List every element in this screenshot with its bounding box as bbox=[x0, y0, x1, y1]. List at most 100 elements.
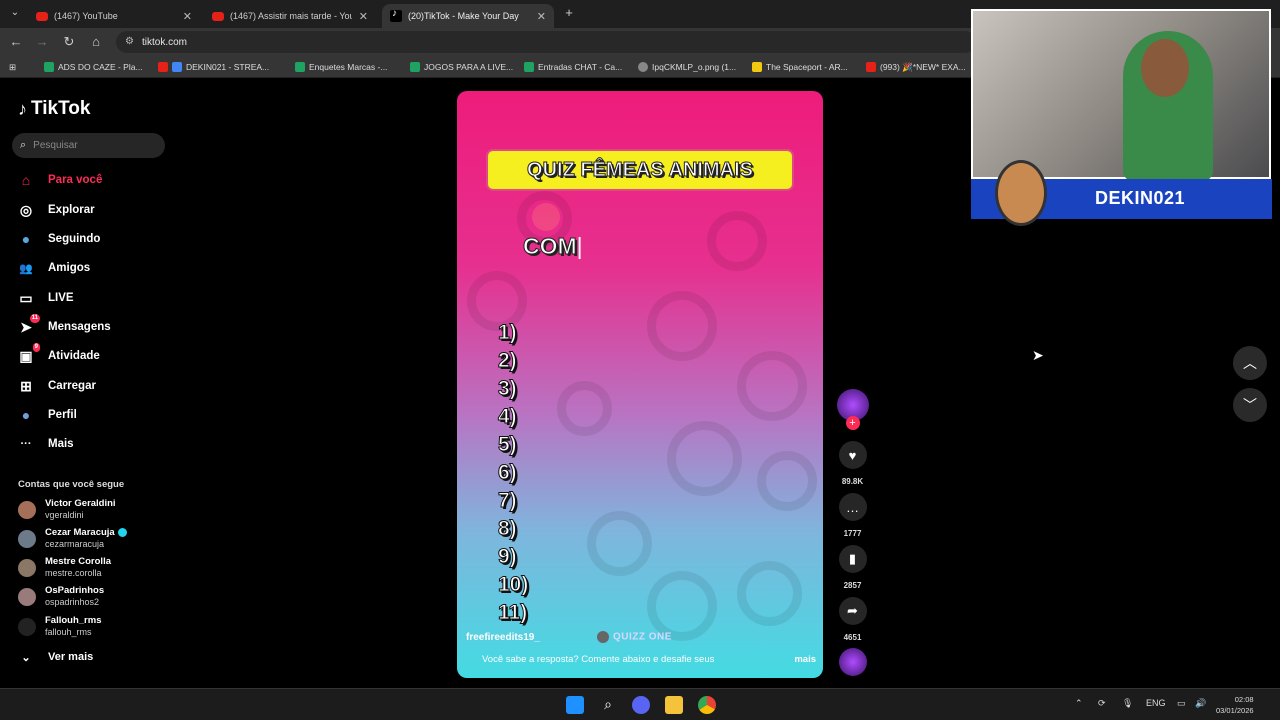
see-more-button[interactable]: ⌄ Ver mais bbox=[18, 646, 93, 668]
follow-plus-icon[interactable]: + bbox=[845, 416, 860, 430]
chrome-icon[interactable] bbox=[698, 696, 716, 714]
volume-icon[interactable]: 🔊 bbox=[1195, 698, 1206, 709]
share-count: 4651 bbox=[843, 633, 862, 642]
background-circle bbox=[557, 381, 612, 436]
creator-avatar[interactable]: + bbox=[836, 389, 869, 430]
emoji-icon bbox=[532, 203, 560, 231]
language-indicator[interactable]: ENG bbox=[1146, 698, 1166, 708]
home-icon[interactable]: ⌂ bbox=[87, 33, 105, 51]
youtube-icon bbox=[866, 62, 876, 72]
bookmark-item[interactable]: JOGOS PARA A LIVE... bbox=[410, 60, 513, 74]
sheets-icon bbox=[410, 62, 420, 72]
reload-icon[interactable]: ↻ bbox=[60, 33, 78, 51]
mascot-avatar bbox=[995, 160, 1047, 226]
search-input[interactable]: ⌕ Pesquisar bbox=[12, 133, 165, 158]
account-item[interactable]: Cezar Maracuja cezarmaracuja bbox=[18, 527, 127, 550]
quiz-number: 5) bbox=[498, 433, 518, 457]
profile-icon: ● bbox=[21, 407, 31, 423]
nav-carregar[interactable]: ⊞ Carregar bbox=[18, 375, 96, 397]
avatar bbox=[18, 558, 36, 577]
quiz-number: 6) bbox=[498, 461, 518, 485]
live-icon: ▭ bbox=[19, 289, 33, 306]
nav-seguindo[interactable]: ● Seguindo bbox=[18, 228, 101, 250]
tiktok-logo[interactable]: ♪ TikTok bbox=[18, 98, 90, 120]
quiz-word: COM| bbox=[523, 233, 583, 260]
nav-amigos[interactable]: 👥 Amigos bbox=[18, 257, 90, 279]
globe-icon bbox=[638, 62, 648, 72]
video-author[interactable]: freefireedits19_ bbox=[466, 632, 540, 643]
discord-icon[interactable] bbox=[632, 696, 650, 714]
bookmark-item[interactable]: The Spaceport - AR... bbox=[752, 60, 848, 74]
account-item[interactable]: Fallouh_rms fallouh_rms bbox=[18, 615, 102, 638]
following-icon: ● bbox=[21, 231, 31, 247]
bookmark-item[interactable]: ADS DO CAZE - Pla... bbox=[44, 60, 143, 74]
network-icon[interactable]: ▭ bbox=[1177, 698, 1186, 709]
bookmark-item[interactable]: Enquetes Marcas -... bbox=[295, 60, 387, 74]
close-tab-icon[interactable]: ✕ bbox=[537, 10, 546, 23]
spaceport-icon bbox=[752, 62, 762, 72]
previous-video-button[interactable]: ︿ bbox=[1233, 346, 1267, 380]
bookmark-item[interactable]: Entradas CHAT - Ca... bbox=[524, 60, 622, 74]
quiz-title: QUIZ FÊMEAS ANIMAIS bbox=[488, 151, 792, 189]
video-player[interactable]: QUIZ FÊMEAS ANIMAIS COM| 1) 2) 3) 4) 5) … bbox=[457, 91, 823, 678]
search-icon[interactable]: ⌕ bbox=[599, 696, 617, 714]
nav-perfil[interactable]: ● Perfil bbox=[18, 404, 77, 426]
sync-icon[interactable]: ⟳ bbox=[1098, 698, 1106, 709]
address-bar[interactable]: ⚙ tiktok.com bbox=[116, 31, 976, 53]
tab-tiktok[interactable]: (20)TikTok - Make Your Day ✕ bbox=[382, 4, 554, 28]
account-item[interactable]: Victor Geraldini vgeraldini bbox=[18, 498, 116, 521]
nav-para-voce[interactable]: ⌂ Para você bbox=[18, 169, 103, 191]
microphone-icon[interactable]: 🎙 bbox=[1122, 698, 1133, 709]
comment-button[interactable]: … 1777 bbox=[836, 493, 869, 538]
background-circle bbox=[467, 271, 527, 331]
avatar: + bbox=[836, 389, 869, 430]
back-icon[interactable]: ← bbox=[7, 33, 25, 51]
mouse-cursor-icon: ➤ bbox=[1032, 347, 1044, 363]
music-disc[interactable] bbox=[836, 648, 869, 676]
nav-explorar[interactable]: ◎ Explorar bbox=[18, 199, 95, 221]
nav-mensagens[interactable]: ➤ 11 Mensagens bbox=[18, 313, 111, 338]
windows-start-icon[interactable] bbox=[566, 696, 584, 714]
bookmark-item[interactable]: IpqCKMLP_o.png (1... bbox=[638, 60, 736, 74]
save-button[interactable]: ▮ 2857 bbox=[836, 545, 869, 590]
share-button[interactable]: ➦ 4651 bbox=[836, 597, 869, 642]
bookmark-item[interactable]: DEKIN021 - STREA... bbox=[158, 60, 269, 74]
tab-watch-later[interactable]: (1467) Assistir mais tarde - You ✕ bbox=[204, 4, 376, 28]
watermark-logo-icon bbox=[597, 631, 609, 643]
nav-live[interactable]: ▭ LIVE bbox=[18, 287, 73, 309]
like-count: 89.8K bbox=[841, 477, 864, 486]
chevron-down-icon: ⌄ bbox=[21, 651, 31, 664]
tiktok-icon bbox=[390, 8, 402, 22]
site-settings-icon[interactable]: ⚙ bbox=[125, 36, 134, 47]
video-caption: Você sabe a resposta? Comente abaixo e d… bbox=[482, 654, 816, 665]
clock[interactable]: 02:08 03/01/2026 bbox=[1216, 694, 1254, 716]
quiz-number: 8) bbox=[498, 517, 518, 541]
save-count: 2857 bbox=[843, 581, 862, 590]
account-item[interactable]: Mestre Corolla mestre.corolla bbox=[18, 556, 111, 579]
more-caption-link[interactable]: mais bbox=[794, 654, 816, 665]
youtube-icon bbox=[212, 11, 224, 21]
close-tab-icon[interactable]: ✕ bbox=[359, 10, 368, 23]
quiz-number: 7) bbox=[498, 489, 518, 513]
new-tab-button[interactable]: + bbox=[560, 4, 578, 22]
nav-atividade[interactable]: ▣ 9 Atividade bbox=[18, 342, 100, 367]
tray-overflow-icon[interactable]: ⌃ bbox=[1075, 698, 1083, 709]
next-video-button[interactable]: ﹀ bbox=[1233, 388, 1267, 422]
apps-icon[interactable]: ⊞ bbox=[9, 60, 16, 74]
streamer-head bbox=[1141, 39, 1189, 97]
quiz-number: 11) bbox=[497, 601, 528, 625]
account-item[interactable]: OsPadrinhos ospadrinhos2 bbox=[18, 585, 104, 608]
close-tab-icon[interactable]: ✕ bbox=[183, 10, 192, 23]
background-circle bbox=[647, 291, 717, 361]
like-button[interactable]: ♥ 89.8K bbox=[836, 441, 869, 486]
messages-icon: ➤ 11 bbox=[20, 313, 40, 335]
tab-search-icon[interactable]: ⌄ bbox=[6, 4, 24, 22]
compass-icon: ◎ bbox=[19, 201, 33, 218]
activity-badge: 9 bbox=[32, 342, 40, 352]
tab-youtube[interactable]: (1467) YouTube ✕ bbox=[28, 4, 200, 28]
bookmark-item[interactable]: (993) 🎉*NEW* EXA... bbox=[866, 60, 966, 74]
forward-icon[interactable]: → bbox=[33, 33, 51, 51]
file-explorer-icon[interactable] bbox=[665, 696, 683, 714]
sheets-icon bbox=[44, 62, 54, 72]
nav-mais[interactable]: ··· Mais bbox=[18, 433, 74, 455]
